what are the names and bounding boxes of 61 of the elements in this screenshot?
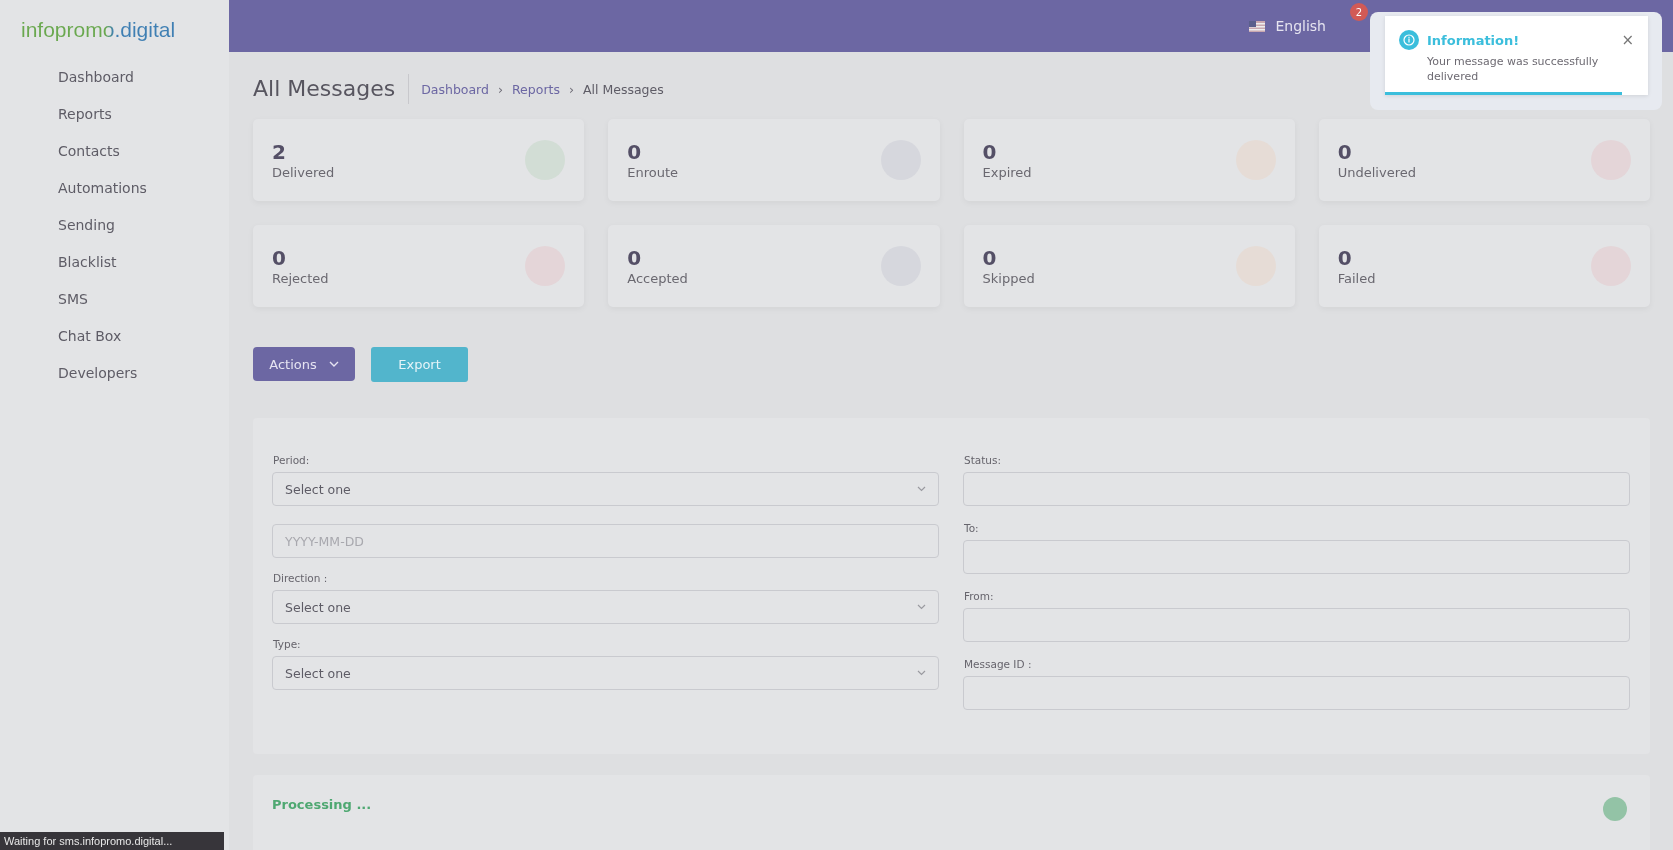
chevron-down-icon <box>917 604 926 610</box>
toast-title: Information! <box>1427 32 1520 48</box>
stat-value: 0 <box>272 246 287 270</box>
stat-value: 0 <box>627 140 643 164</box>
stat-label: Expired <box>982 165 1032 180</box>
stat-value: 0 <box>982 140 998 164</box>
field-label: To: <box>964 522 980 534</box>
flag-icon <box>1249 20 1266 32</box>
select-field[interactable]: Select one <box>272 590 939 624</box>
text-field[interactable] <box>963 472 1630 506</box>
page-title: All Messages <box>253 74 410 104</box>
notification-badge: 2 <box>1350 3 1368 21</box>
close-button[interactable]: × <box>1621 31 1634 49</box>
text-field[interactable] <box>963 540 1630 574</box>
chevron-down-icon <box>917 486 926 492</box>
nav-item[interactable]: Automations <box>58 178 147 199</box>
breadcrumb-link[interactable]: Reports <box>512 81 560 97</box>
field-label: Status: <box>964 454 1002 466</box>
breadcrumb-separator: › <box>568 81 574 97</box>
field-label: Direction : <box>273 572 329 584</box>
date-field[interactable]: YYYY-MM-DD <box>272 524 939 558</box>
language-selector[interactable]: English <box>1249 18 1326 34</box>
nav-item[interactable]: Developers <box>58 363 138 384</box>
field-label: From: <box>964 590 995 602</box>
stat-value: 2 <box>272 140 287 164</box>
breadcrumb-separator: › <box>498 81 503 97</box>
stat-label: Rejected <box>272 271 329 286</box>
nav-item[interactable]: Contacts <box>58 141 120 162</box>
chevron-down-icon <box>328 361 339 367</box>
breadcrumb-current: All Messages <box>582 81 664 97</box>
chevron-down-icon <box>917 670 926 676</box>
nav-item[interactable]: Dashboard <box>58 67 134 88</box>
status-dot-icon <box>1603 797 1627 821</box>
stat-label: Delivered <box>272 165 335 180</box>
nav-item[interactable]: SMS <box>58 289 88 310</box>
select-field[interactable]: Select one <box>272 656 939 690</box>
browser-status-text: Waiting for sms.infopromo.digital... <box>0 832 224 850</box>
stat-label: Undelivered <box>1337 165 1416 180</box>
nav-item[interactable]: Blacklist <box>58 252 117 273</box>
stat-value: 0 <box>1337 246 1353 270</box>
info-icon <box>1399 30 1419 50</box>
select-field[interactable]: Select one <box>272 472 939 506</box>
stat-label: Failed <box>1337 271 1376 286</box>
stat-value: 0 <box>1337 140 1353 164</box>
stat-value: 0 <box>982 246 998 270</box>
actions-button[interactable]: Actions <box>253 347 355 381</box>
stat-label: Skipped <box>982 271 1035 286</box>
stat-value: 0 <box>627 246 643 270</box>
stat-label: Enroute <box>627 165 679 180</box>
toast-message: Your message was successfully delivered <box>1427 54 1600 84</box>
nav-item[interactable]: Chat Box <box>58 326 122 347</box>
text-field[interactable] <box>963 608 1630 642</box>
field-label: Type: <box>273 638 302 650</box>
nav-item[interactable]: Sending <box>58 215 115 236</box>
nav-item[interactable]: Reports <box>58 104 112 125</box>
field-label: Message ID : <box>964 658 1033 670</box>
text-field[interactable] <box>963 676 1630 710</box>
stat-label: Accepted <box>627 271 688 286</box>
processing-text: Processing ... <box>272 797 372 812</box>
breadcrumb-link[interactable]: Dashboard <box>421 81 489 97</box>
field-label: Period: <box>273 454 311 466</box>
